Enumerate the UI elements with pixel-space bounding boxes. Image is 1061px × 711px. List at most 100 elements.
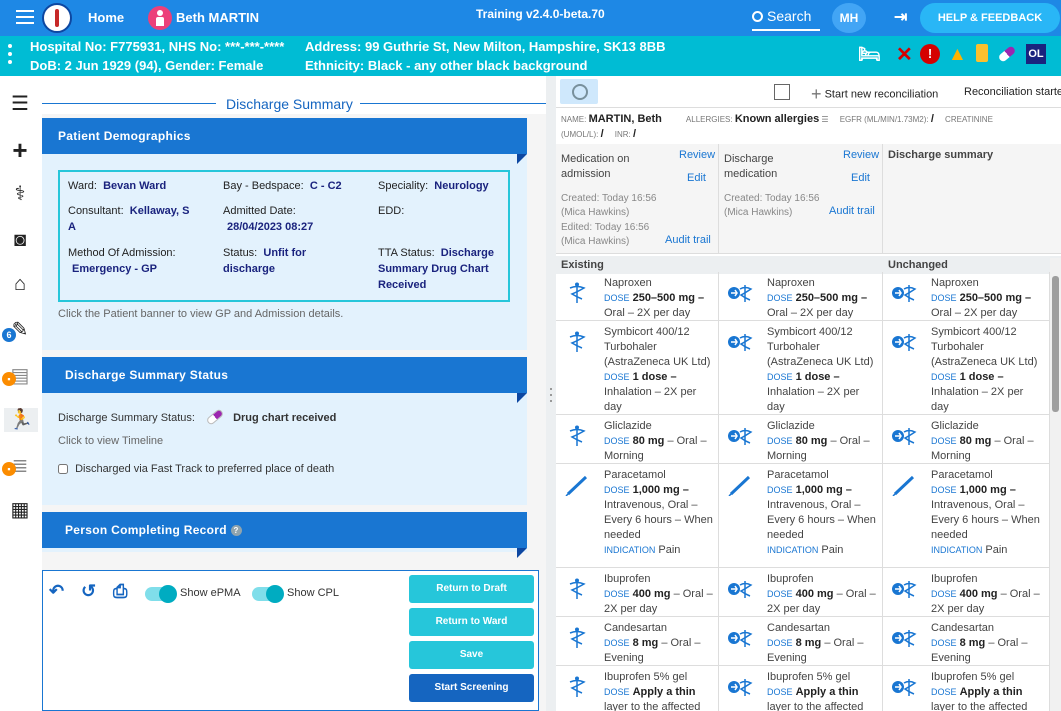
medication-cell[interactable]: Paracetamol DOSE 1,000 mg – Intravenous, O… bbox=[883, 464, 1050, 567]
house-icon[interactable]: ⌂ bbox=[8, 272, 32, 296]
compass-icon[interactable] bbox=[560, 79, 598, 104]
medication-name: Ibuprofen bbox=[931, 573, 978, 585]
dose-value: 250–500 mg – bbox=[959, 292, 1032, 304]
banner-menu-icon[interactable] bbox=[8, 44, 14, 68]
plus-icon[interactable]: + bbox=[8, 137, 32, 163]
review-link[interactable]: Review bbox=[843, 149, 879, 161]
user-avatar[interactable]: MH bbox=[832, 3, 866, 33]
speciality-label: Speciality: bbox=[378, 180, 429, 192]
help-icon[interactable]: ? bbox=[230, 525, 242, 537]
medication-row[interactable]: Ibuprofen 5% gel DOSE Apply a thin layer t… bbox=[556, 666, 1050, 711]
medication-row[interactable]: Naproxen DOSE 250–500 mg – Oral – 2X per d… bbox=[556, 272, 1050, 321]
medication-cell[interactable]: Ibuprofen DOSE 400 mg – Oral –2X per day bbox=[883, 568, 1050, 616]
app-logo[interactable] bbox=[42, 3, 72, 33]
medication-row[interactable]: Ibuprofen DOSE 400 mg – Oral –2X per day I… bbox=[556, 568, 1050, 617]
review-link[interactable]: Review bbox=[679, 149, 715, 161]
bed-grid-icon[interactable]: ▦ bbox=[8, 498, 32, 522]
scrollbar-thumb[interactable] bbox=[1052, 276, 1059, 412]
medication-cell[interactable]: Gliclazide DOSE 80 mg – Oral – Morning bbox=[719, 415, 883, 463]
medication-cell[interactable]: Symbicort 400/12 Turbohaler (AstraZeneca U… bbox=[556, 321, 719, 414]
route-frequency: 2X per day bbox=[767, 603, 821, 615]
list-icon[interactable]: ☰ bbox=[8, 92, 32, 116]
bed-icon[interactable]: 🛏 bbox=[858, 44, 881, 65]
patient-banner[interactable]: Hospital No: F775931, NHS No: ***-***-**… bbox=[0, 36, 1061, 76]
help-feedback-button[interactable]: HELP & FEEDBACK bbox=[920, 3, 1060, 33]
medication-cell[interactable]: Gliclazide DOSE 80 mg – Oral – Morning bbox=[556, 415, 719, 463]
bottle-icon[interactable] bbox=[976, 44, 988, 62]
warning-icon[interactable]: ▲ bbox=[948, 44, 967, 66]
medication-cell[interactable]: Gliclazide DOSE 80 mg – Oral – Morning bbox=[883, 415, 1050, 463]
x-icon[interactable]: ✕ bbox=[896, 44, 913, 66]
camera-icon[interactable]: ◙ bbox=[8, 228, 32, 252]
dose-value: 1,000 mg – bbox=[959, 484, 1016, 496]
dose-line: DOSE 80 mg – Oral – bbox=[931, 434, 1043, 449]
dose-label: DOSE bbox=[767, 293, 793, 303]
medication-cell[interactable]: Ibuprofen DOSE 400 mg – Oral –2X per day bbox=[556, 568, 719, 616]
hamburger-menu-icon[interactable] bbox=[16, 10, 34, 24]
start-screening-button[interactable]: Start Screening bbox=[409, 674, 534, 702]
medication-cell[interactable]: Paracetamol DOSE 1,000 mg – Intravenous, O… bbox=[719, 464, 883, 567]
pill-icon[interactable] bbox=[997, 45, 1017, 63]
medication-cell[interactable]: Ibuprofen 5% gel DOSE Apply a thin layer t… bbox=[556, 666, 719, 711]
return-to-ward-button[interactable]: Return to Ward bbox=[409, 608, 534, 636]
logout-icon[interactable]: ⇥ bbox=[894, 10, 914, 26]
route-frequency: needed bbox=[604, 529, 641, 541]
medication-cell[interactable]: Candesartan DOSE 8 mg – Oral – Evening bbox=[883, 617, 1050, 665]
medication-cell[interactable]: Candesartan DOSE 8 mg – Oral – Evening bbox=[556, 617, 719, 665]
allergies-value[interactable]: Known allergies bbox=[735, 113, 819, 125]
medication-row[interactable]: Symbicort 400/12 Turbohaler (AstraZeneca U… bbox=[556, 321, 1050, 415]
edit-link[interactable]: Edit bbox=[851, 172, 870, 184]
new-doc-icon[interactable] bbox=[774, 84, 790, 100]
stethoscope-icon[interactable]: ⚕ bbox=[8, 182, 32, 206]
medication-name: Ibuprofen 5% gel bbox=[604, 671, 688, 683]
show-epma-toggle[interactable] bbox=[145, 585, 177, 603]
history-icon[interactable]: ↺ bbox=[81, 581, 96, 602]
start-new-reconciliation-button[interactable]: + Start new reconciliation bbox=[811, 84, 938, 105]
medication-row[interactable]: Gliclazide DOSE 80 mg – Oral – Morning Glic… bbox=[556, 415, 1050, 464]
medication-cell[interactable]: Ibuprofen 5% gel DOSE Apply a thin layer t… bbox=[719, 666, 883, 711]
medication-cell[interactable]: Naproxen DOSE 250–500 mg – Oral – 2X per d… bbox=[719, 272, 883, 320]
medication-cell[interactable]: Naproxen DOSE 250–500 mg – Oral – 2X per d… bbox=[883, 272, 1050, 320]
status-row: Discharge Summary Status: Drug chart rec… bbox=[58, 408, 336, 426]
medication-cell[interactable]: Ibuprofen 5% gel DOSE Apply a thin layer t… bbox=[883, 666, 1050, 711]
panel-resize-handle[interactable] bbox=[546, 76, 556, 711]
return-to-draft-button[interactable]: Return to Draft bbox=[409, 575, 534, 603]
indication-line: INDICATION Pain bbox=[604, 543, 716, 558]
route-frequency: Oral – 2X per day bbox=[767, 307, 854, 319]
audit-trail-link[interactable]: Audit trail bbox=[665, 234, 711, 246]
medication-cell[interactable]: Paracetamol DOSE 1,000 mg – Intravenous, O… bbox=[556, 464, 719, 567]
alert-icon[interactable]: ! bbox=[920, 44, 940, 64]
print-icon[interactable]: ⎙ bbox=[113, 581, 127, 602]
medication-cell[interactable]: Ibuprofen DOSE 400 mg – Oral –2X per day bbox=[719, 568, 883, 616]
home-link[interactable]: Home bbox=[88, 10, 124, 25]
ol-badge[interactable]: OL bbox=[1026, 44, 1046, 64]
scrollbar[interactable] bbox=[1050, 258, 1061, 711]
undo-icon[interactable]: ↶ bbox=[49, 581, 64, 602]
medication-cell[interactable]: Candesartan DOSE 8 mg – Oral – Evening bbox=[719, 617, 883, 665]
patient-name[interactable]: Beth MARTIN bbox=[176, 10, 259, 25]
dose-line: DOSE 250–500 mg – bbox=[767, 291, 879, 306]
medication-cell[interactable]: Symbicort 400/12 Turbohaler (AstraZeneca U… bbox=[719, 321, 883, 414]
route-frequency: 2X per day bbox=[604, 603, 658, 615]
search-button[interactable]: Search bbox=[752, 3, 820, 31]
save-button[interactable]: Save bbox=[409, 641, 534, 669]
audit-trail-link[interactable]: Audit trail bbox=[829, 205, 875, 217]
medication-cell[interactable]: Naproxen DOSE 250–500 mg – Oral – 2X per d… bbox=[556, 272, 719, 320]
continue-medication-icon bbox=[891, 676, 921, 698]
show-cpl-toggle[interactable] bbox=[252, 585, 284, 603]
route-frequency: Evening bbox=[604, 652, 644, 664]
medication-row[interactable]: Candesartan DOSE 8 mg – Oral – Evening Cand… bbox=[556, 617, 1050, 666]
edit-link[interactable]: Edit bbox=[687, 172, 706, 184]
medication-row[interactable]: Paracetamol DOSE 1,000 mg – Intravenous, O… bbox=[556, 464, 1050, 568]
discharge-run-icon[interactable]: 🏃 bbox=[4, 408, 38, 432]
timeline-link[interactable]: Click to view Timeline bbox=[58, 435, 163, 447]
fast-track-checkbox[interactable] bbox=[58, 464, 68, 475]
version-label: Training v2.4.0-beta.70 bbox=[476, 7, 605, 21]
medication-details: Symbicort 400/12 Turbohaler (AstraZeneca U… bbox=[931, 325, 1043, 415]
continue-medication-icon bbox=[727, 331, 757, 353]
tta-label: TTA Status: bbox=[378, 247, 435, 259]
side-nav: ☰ + ⚕ ◙ ⌂ ✎ 6 ▤ ▪ 🏃 ≣ ▪ ▦ bbox=[0, 76, 42, 711]
continue-medication-icon bbox=[727, 425, 757, 447]
medication-cell[interactable]: Symbicort 400/12 Turbohaler (AstraZeneca U… bbox=[883, 321, 1050, 414]
indication-value: Pain bbox=[658, 544, 681, 556]
